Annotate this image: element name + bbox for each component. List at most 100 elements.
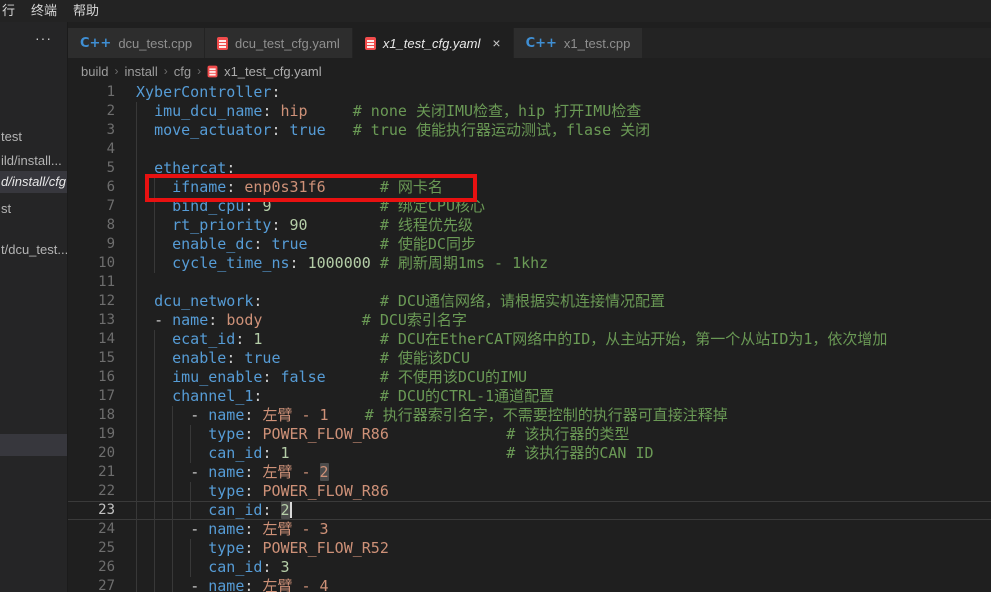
code-line-text[interactable]: ecat_id: 1 # DCU在EtherCAT网络中的ID，从主站开始，第一… bbox=[136, 330, 991, 349]
line-number[interactable]: 20 bbox=[68, 444, 136, 463]
more-actions-button[interactable]: ··· bbox=[0, 30, 67, 58]
explorer-item[interactable]: d/install/cfg bbox=[0, 171, 67, 193]
code-line[interactable]: 17 channel_1: # DCU的CTRL-1通道配置 bbox=[68, 387, 991, 406]
code-line-text[interactable]: ethercat: bbox=[136, 159, 991, 178]
line-number[interactable]: 12 bbox=[68, 292, 136, 311]
breadcrumb-item[interactable]: cfg bbox=[174, 64, 191, 79]
code-line-text[interactable]: rt_priority: 90 # 线程优先级 bbox=[136, 216, 991, 235]
line-number[interactable]: 22 bbox=[68, 482, 136, 501]
menu-item-0[interactable]: 行 bbox=[0, 0, 23, 22]
code-line[interactable]: 7 bind_cpu: 9 # 绑定CPU核心 bbox=[68, 197, 991, 216]
code-line[interactable]: 20 can_id: 1 # 该执行器的CAN ID bbox=[68, 444, 991, 463]
code-line[interactable]: 9 enable_dc: true # 使能DC同步 bbox=[68, 235, 991, 254]
code-line[interactable]: 21 - name: 左臂 - 2 bbox=[68, 463, 991, 482]
code-line-text[interactable]: can_id: 2 bbox=[136, 501, 991, 520]
menu-item-1[interactable]: 终端 bbox=[23, 0, 65, 22]
breadcrumb-file[interactable]: x1_test_cfg.yaml bbox=[224, 64, 322, 79]
code-line[interactable]: 24 - name: 左臂 - 3 bbox=[68, 520, 991, 539]
code-line-text[interactable]: enable: true # 使能该DCU bbox=[136, 349, 991, 368]
line-number[interactable]: 14 bbox=[68, 330, 136, 349]
code-line-text[interactable]: - name: 左臂 - 2 bbox=[136, 463, 991, 482]
code-line-text[interactable]: can_id: 3 bbox=[136, 558, 991, 577]
code-line-text[interactable]: bind_cpu: 9 # 绑定CPU核心 bbox=[136, 197, 991, 216]
code-line-text[interactable]: move_actuator: true # true 使能执行器运动测试，fla… bbox=[136, 121, 991, 140]
code-line[interactable]: 8 rt_priority: 90 # 线程优先级 bbox=[68, 216, 991, 235]
line-number[interactable]: 16 bbox=[68, 368, 136, 387]
code-line-text[interactable]: can_id: 1 # 该执行器的CAN ID bbox=[136, 444, 991, 463]
code-line-text[interactable]: ifname: enp0s31f6 # 网卡名 bbox=[136, 178, 991, 197]
code-line-text[interactable]: enable_dc: true # 使能DC同步 bbox=[136, 235, 991, 254]
line-number[interactable]: 2 bbox=[68, 102, 136, 121]
code-line[interactable]: 27 - name: 左臂 - 4 bbox=[68, 577, 991, 592]
line-number[interactable]: 9 bbox=[68, 235, 136, 254]
code-line[interactable]: 18 - name: 左臂 - 1 # 执行器索引名字，不需要控制的执行器可直接… bbox=[68, 406, 991, 425]
line-number[interactable]: 1 bbox=[68, 83, 136, 102]
line-number[interactable]: 7 bbox=[68, 197, 136, 216]
code-line-text[interactable]: type: POWER_FLOW_R52 bbox=[136, 539, 991, 558]
code-line-text[interactable] bbox=[136, 273, 991, 292]
code-line[interactable]: 14 ecat_id: 1 # DCU在EtherCAT网络中的ID，从主站开始… bbox=[68, 330, 991, 349]
tab-x1_test_cpp[interactable]: C++x1_test.cpp bbox=[514, 28, 644, 58]
explorer-item[interactable] bbox=[0, 434, 67, 456]
code-line-text[interactable]: type: POWER_FLOW_R86 bbox=[136, 482, 991, 501]
line-number[interactable]: 23 bbox=[68, 501, 136, 520]
code-line[interactable]: 3 move_actuator: true # true 使能执行器运动测试，f… bbox=[68, 121, 991, 140]
tab-dcu_test_cfg_yaml[interactable]: dcu_test_cfg.yaml bbox=[205, 28, 353, 58]
line-number[interactable]: 26 bbox=[68, 558, 136, 577]
code-line-text[interactable] bbox=[136, 140, 991, 159]
line-number[interactable]: 18 bbox=[68, 406, 136, 425]
code-line[interactable]: 26 can_id: 3 bbox=[68, 558, 991, 577]
line-number[interactable]: 3 bbox=[68, 121, 136, 140]
line-number[interactable]: 17 bbox=[68, 387, 136, 406]
explorer-item[interactable]: test bbox=[0, 126, 67, 148]
code-line[interactable]: 5 ethercat: bbox=[68, 159, 991, 178]
explorer-item[interactable]: t/dcu_test... bbox=[0, 239, 67, 261]
code-line[interactable]: 16 imu_enable: false # 不使用该DCU的IMU bbox=[68, 368, 991, 387]
menu-item-2[interactable]: 帮助 bbox=[65, 0, 107, 22]
code-line[interactable]: 25 type: POWER_FLOW_R52 bbox=[68, 539, 991, 558]
code-line-text[interactable]: type: POWER_FLOW_R86 # 该执行器的类型 bbox=[136, 425, 991, 444]
line-number[interactable]: 10 bbox=[68, 254, 136, 273]
code-line-text[interactable]: cycle_time_ns: 1000000 # 刷新周期1ms - 1khz bbox=[136, 254, 991, 273]
code-line[interactable]: 4 bbox=[68, 140, 991, 159]
code-line[interactable]: 13 - name: body # DCU索引名字 bbox=[68, 311, 991, 330]
tab-x1_test_cfg_yaml[interactable]: x1_test_cfg.yaml× bbox=[353, 28, 514, 58]
code-line[interactable]: 6 ifname: enp0s31f6 # 网卡名 bbox=[68, 178, 991, 197]
line-number[interactable]: 21 bbox=[68, 463, 136, 482]
line-number[interactable]: 4 bbox=[68, 140, 136, 159]
code-line[interactable]: 15 enable: true # 使能该DCU bbox=[68, 349, 991, 368]
code-line-text[interactable]: imu_dcu_name: hip # none 关闭IMU检查，hip 打开I… bbox=[136, 102, 991, 121]
close-icon[interactable]: × bbox=[492, 35, 500, 51]
line-number[interactable]: 6 bbox=[68, 178, 136, 197]
code-line[interactable]: 10 cycle_time_ns: 1000000 # 刷新周期1ms - 1k… bbox=[68, 254, 991, 273]
line-number[interactable]: 13 bbox=[68, 311, 136, 330]
breadcrumb-item[interactable]: build bbox=[81, 64, 108, 79]
code-line-text[interactable]: - name: 左臂 - 3 bbox=[136, 520, 991, 539]
line-number[interactable]: 8 bbox=[68, 216, 136, 235]
line-number[interactable]: 24 bbox=[68, 520, 136, 539]
code-line-text[interactable]: dcu_network: # DCU通信网络，请根据实机连接情况配置 bbox=[136, 292, 991, 311]
code-line[interactable]: 19 type: POWER_FLOW_R86 # 该执行器的类型 bbox=[68, 425, 991, 444]
code-line-text[interactable]: XyberController: bbox=[136, 83, 991, 102]
code-line-text[interactable]: - name: 左臂 - 1 # 执行器索引名字，不需要控制的执行器可直接注释掉 bbox=[136, 406, 991, 425]
code-line-text[interactable]: channel_1: # DCU的CTRL-1通道配置 bbox=[136, 387, 991, 406]
code-line[interactable]: 1XyberController: bbox=[68, 83, 991, 102]
code-line-text[interactable]: - name: body # DCU索引名字 bbox=[136, 311, 991, 330]
explorer-item[interactable]: st bbox=[0, 198, 67, 220]
breadcrumb-item[interactable]: install bbox=[124, 64, 157, 79]
tab-dcu_test_cpp[interactable]: C++dcu_test.cpp bbox=[68, 28, 205, 58]
code-line[interactable]: 22 type: POWER_FLOW_R86 bbox=[68, 482, 991, 501]
line-number[interactable]: 5 bbox=[68, 159, 136, 178]
line-number[interactable]: 11 bbox=[68, 273, 136, 292]
code-line[interactable]: 23 can_id: 2 bbox=[68, 501, 991, 520]
line-number[interactable]: 15 bbox=[68, 349, 136, 368]
code-line[interactable]: 2 imu_dcu_name: hip # none 关闭IMU检查，hip 打… bbox=[68, 102, 991, 121]
code-line[interactable]: 11 bbox=[68, 273, 991, 292]
explorer-item[interactable]: ild/install... bbox=[0, 150, 67, 172]
code-line-text[interactable]: - name: 左臂 - 4 bbox=[136, 577, 991, 592]
code-editor[interactable]: 1XyberController:2 imu_dcu_name: hip # n… bbox=[68, 83, 991, 592]
code-line[interactable]: 12 dcu_network: # DCU通信网络，请根据实机连接情况配置 bbox=[68, 292, 991, 311]
line-number[interactable]: 19 bbox=[68, 425, 136, 444]
line-number[interactable]: 27 bbox=[68, 577, 136, 592]
code-line-text[interactable]: imu_enable: false # 不使用该DCU的IMU bbox=[136, 368, 991, 387]
